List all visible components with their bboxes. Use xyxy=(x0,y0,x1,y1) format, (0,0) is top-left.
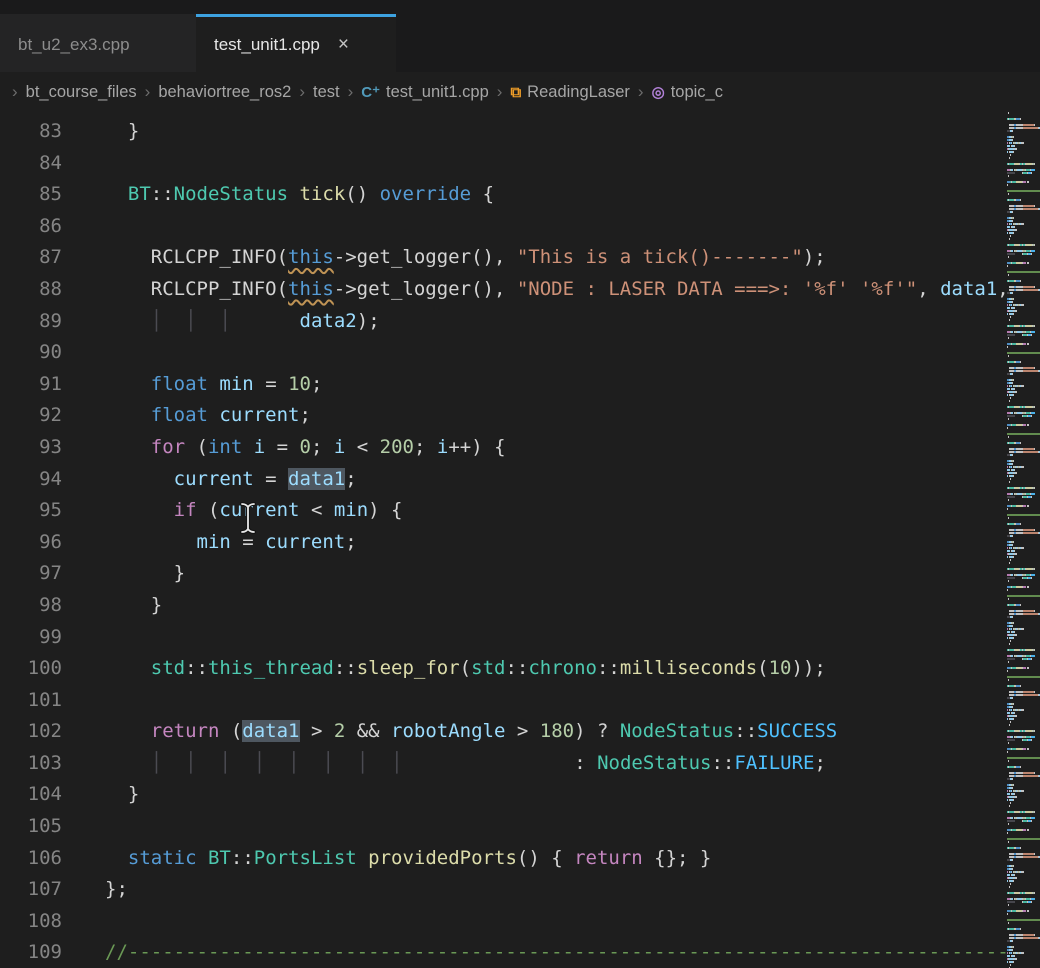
code-line[interactable]: 89 │ │ │ data2); xyxy=(0,306,1040,338)
code-line[interactable]: 105 xyxy=(0,811,1040,843)
chevron-right-icon: › xyxy=(348,82,354,102)
code-line[interactable]: 109//-----------------------------------… xyxy=(0,937,1040,968)
breadcrumb-item[interactable]: behaviortree_ros2 xyxy=(158,83,291,102)
chevron-right-icon: › xyxy=(12,82,18,102)
line-number[interactable]: 85 xyxy=(0,179,62,211)
line-number[interactable]: 108 xyxy=(0,906,62,938)
code-line[interactable]: 86 xyxy=(0,211,1040,243)
breadcrumb-item[interactable]: topic_c xyxy=(671,83,723,102)
tab-bar: bt_u2_ex3.cpp test_unit1.cpp × xyxy=(0,0,1040,72)
line-number[interactable]: 103 xyxy=(0,748,62,780)
line-number[interactable]: 89 xyxy=(0,306,62,338)
line-number[interactable]: 99 xyxy=(0,622,62,654)
chevron-right-icon: › xyxy=(299,82,305,102)
class-symbol-icon: ⧉ xyxy=(510,84,521,101)
line-number[interactable]: 109 xyxy=(0,937,62,968)
code-line[interactable]: 93 for (int i = 0; i < 200; i++) { xyxy=(0,432,1040,464)
line-number[interactable]: 104 xyxy=(0,779,62,811)
line-number[interactable]: 97 xyxy=(0,558,62,590)
tab-test_unit1-cpp[interactable]: test_unit1.cpp × xyxy=(196,14,396,72)
line-number[interactable]: 96 xyxy=(0,527,62,559)
code-line[interactable]: 87 RCLCPP_INFO(this->get_logger(), "This… xyxy=(0,242,1040,274)
cpp-file-icon: C⁺ xyxy=(361,83,380,101)
breadcrumb: › bt_course_files › behaviortree_ros2 › test ›… xyxy=(0,72,1040,112)
breadcrumb-item[interactable]: test_unit1.cpp xyxy=(386,83,489,102)
code-line[interactable]: 91 float min = 10; xyxy=(0,369,1040,401)
code-line[interactable]: 99 xyxy=(0,622,1040,654)
code-line[interactable]: 104 } xyxy=(0,779,1040,811)
tab-bt_u2_ex3-cpp[interactable]: bt_u2_ex3.cpp xyxy=(0,14,196,72)
line-number[interactable]: 90 xyxy=(0,337,62,369)
line-number[interactable]: 93 xyxy=(0,432,62,464)
breadcrumb-item[interactable]: bt_course_files xyxy=(26,83,137,102)
code-line[interactable]: 92 float current; xyxy=(0,400,1040,432)
breadcrumb-item[interactable]: ReadingLaser xyxy=(527,83,630,102)
line-number[interactable]: 107 xyxy=(0,874,62,906)
tab-label: bt_u2_ex3.cpp xyxy=(18,35,130,55)
line-number[interactable]: 84 xyxy=(0,148,62,180)
chevron-right-icon: › xyxy=(145,82,151,102)
code-line[interactable]: 100 std::this_thread::sleep_for(std::chr… xyxy=(0,653,1040,685)
editor: 83 }8485 BT::NodeStatus tick() override … xyxy=(0,112,1040,968)
code-line[interactable]: 83 } xyxy=(0,116,1040,148)
code-line[interactable]: 108 xyxy=(0,906,1040,938)
breadcrumb-item[interactable]: test xyxy=(313,83,340,102)
line-number[interactable]: 83 xyxy=(0,116,62,148)
line-number[interactable]: 106 xyxy=(0,843,62,875)
code-line[interactable]: 97 } xyxy=(0,558,1040,590)
method-symbol-icon: ◎ xyxy=(652,83,665,101)
code-line[interactable]: 90 xyxy=(0,337,1040,369)
close-icon[interactable]: × xyxy=(338,35,349,54)
minimap[interactable] xyxy=(1007,112,1040,968)
line-number[interactable]: 88 xyxy=(0,274,62,306)
line-number[interactable]: 92 xyxy=(0,400,62,432)
code-line[interactable]: 95 if (current < min) { xyxy=(0,495,1040,527)
line-number[interactable]: 102 xyxy=(0,716,62,748)
line-number[interactable]: 98 xyxy=(0,590,62,622)
code-line[interactable]: 96 min = current; xyxy=(0,527,1040,559)
code-line[interactable]: 94 current = data1; xyxy=(0,464,1040,496)
line-number[interactable]: 101 xyxy=(0,685,62,717)
code-area[interactable]: 83 }8485 BT::NodeStatus tick() override … xyxy=(0,112,1040,968)
line-number[interactable]: 86 xyxy=(0,211,62,243)
code-line[interactable]: 98 } xyxy=(0,590,1040,622)
code-line[interactable]: 106 static BT::PortsList providedPorts()… xyxy=(0,843,1040,875)
line-number[interactable]: 105 xyxy=(0,811,62,843)
line-number[interactable]: 100 xyxy=(0,653,62,685)
line-number[interactable]: 87 xyxy=(0,242,62,274)
code-line[interactable]: 84 xyxy=(0,148,1040,180)
vscode-window: bt_u2_ex3.cpp test_unit1.cpp × › bt_cours… xyxy=(0,0,1040,968)
line-number[interactable]: 95 xyxy=(0,495,62,527)
chevron-right-icon: › xyxy=(497,82,503,102)
line-number[interactable]: 91 xyxy=(0,369,62,401)
code-line[interactable]: 85 BT::NodeStatus tick() override { xyxy=(0,179,1040,211)
code-line[interactable]: 101 xyxy=(0,685,1040,717)
chevron-right-icon: › xyxy=(638,82,644,102)
code-line[interactable]: 102 return (data1 > 2 && robotAngle > 18… xyxy=(0,716,1040,748)
line-number[interactable]: 94 xyxy=(0,464,62,496)
code-line[interactable]: 107}; xyxy=(0,874,1040,906)
code-line[interactable]: 103 │ │ │ │ │ │ │ │ : NodeStatus::FAILUR… xyxy=(0,748,1040,780)
code-line[interactable]: 88 RCLCPP_INFO(this->get_logger(), "NODE… xyxy=(0,274,1040,306)
tab-label: test_unit1.cpp xyxy=(214,35,320,55)
